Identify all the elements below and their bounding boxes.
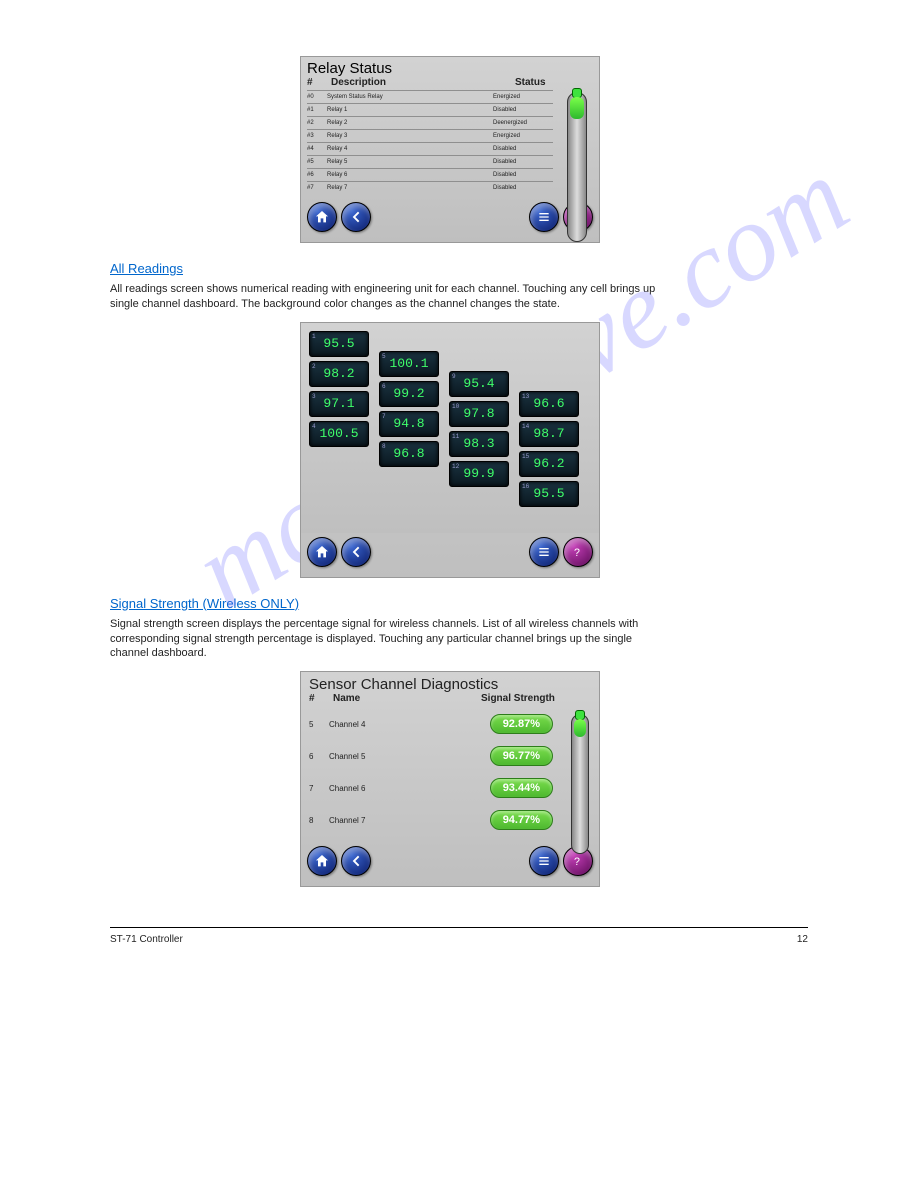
list-icon (536, 544, 552, 560)
table-row: #5Relay 5Disabled (307, 155, 553, 168)
scroll-indicator[interactable] (567, 92, 587, 242)
signal-badge: 94.77% (490, 810, 553, 830)
section-signal-title: Signal Strength (Wireless ONLY) (110, 596, 808, 611)
col-signal: Signal Strength (481, 693, 591, 704)
home-button[interactable] (307, 846, 337, 876)
reading-cell[interactable]: 1299.9 (449, 461, 509, 487)
question-icon: ? (570, 853, 586, 869)
signal-badge: 92.87% (490, 714, 553, 734)
menu-button[interactable] (529, 846, 559, 876)
back-button[interactable] (341, 846, 371, 876)
col-status: Status (515, 77, 593, 88)
table-row[interactable]: 5 Channel 4 92.87% (309, 708, 553, 740)
table-row[interactable]: 6 Channel 5 96.77% (309, 740, 553, 772)
reading-cell[interactable]: 1596.2 (519, 451, 579, 477)
col-num: # (309, 693, 333, 704)
home-button[interactable] (307, 202, 337, 232)
list-icon (536, 853, 552, 869)
question-icon: ? (570, 544, 586, 560)
reading-cell[interactable]: 896.8 (379, 441, 439, 467)
home-icon (314, 544, 330, 560)
table-row[interactable]: 7 Channel 6 93.44% (309, 772, 553, 804)
col-desc: Description (331, 77, 515, 88)
reading-cell[interactable]: 4100.5 (309, 421, 369, 447)
signal-badge: 96.77% (490, 746, 553, 766)
table-row: #6Relay 6Disabled (307, 168, 553, 181)
reading-cell[interactable]: 794.8 (379, 411, 439, 437)
footer-page: 12 (797, 934, 808, 945)
list-icon (536, 209, 552, 225)
col-name: Name (333, 693, 481, 704)
svg-text:?: ? (574, 856, 580, 868)
reading-cell[interactable]: 1695.5 (519, 481, 579, 507)
table-row: #1Relay 1Disabled (307, 103, 553, 116)
signal-badge: 93.44% (490, 778, 553, 798)
reading-cell[interactable]: 1498.7 (519, 421, 579, 447)
all-readings-panel: 195.5 298.2 397.1 4100.5 5100.1 699.2 79… (300, 322, 600, 578)
back-button[interactable] (341, 537, 371, 567)
diag-title: Sensor Channel Diagnostics (301, 672, 599, 693)
back-button[interactable] (341, 202, 371, 232)
table-row: #2Relay 2Deenergized (307, 116, 553, 129)
reading-cell[interactable]: 5100.1 (379, 351, 439, 377)
relay-title: Relay Status (301, 57, 599, 77)
reading-cell[interactable]: 298.2 (309, 361, 369, 387)
table-row[interactable]: 8 Channel 7 94.77% (309, 804, 553, 836)
home-icon (314, 853, 330, 869)
home-icon (314, 209, 330, 225)
menu-button[interactable] (529, 202, 559, 232)
help-button[interactable]: ? (563, 537, 593, 567)
reading-cell[interactable]: 397.1 (309, 391, 369, 417)
table-row: #4Relay 4Disabled (307, 142, 553, 155)
reading-cell[interactable]: 995.4 (449, 371, 509, 397)
reading-cell[interactable]: 1198.3 (449, 431, 509, 457)
col-num: # (307, 77, 331, 88)
reading-cell[interactable]: 699.2 (379, 381, 439, 407)
reading-cell[interactable]: 1396.6 (519, 391, 579, 417)
svg-text:?: ? (574, 547, 580, 559)
section-all-readings-desc: All readings screen shows numerical read… (110, 282, 670, 312)
table-row: #3Relay 3Energized (307, 129, 553, 142)
table-row: #0System Status RelayEnergized (307, 90, 553, 103)
arrow-left-icon (348, 544, 364, 560)
section-all-readings-title: All Readings (110, 261, 808, 276)
arrow-left-icon (348, 853, 364, 869)
footer-left: ST-71 Controller (110, 934, 797, 945)
sensor-diagnostics-panel: Sensor Channel Diagnostics # Name Signal… (300, 671, 600, 887)
scroll-indicator[interactable] (571, 714, 589, 854)
reading-cell[interactable]: 1097.8 (449, 401, 509, 427)
table-row: #7Relay 7Disabled (307, 181, 553, 194)
arrow-left-icon (348, 209, 364, 225)
menu-button[interactable] (529, 537, 559, 567)
relay-status-panel: Relay Status # Description Status #0Syst… (300, 56, 600, 243)
reading-cell[interactable]: 195.5 (309, 331, 369, 357)
home-button[interactable] (307, 537, 337, 567)
section-signal-desc: Signal strength screen displays the perc… (110, 617, 670, 662)
